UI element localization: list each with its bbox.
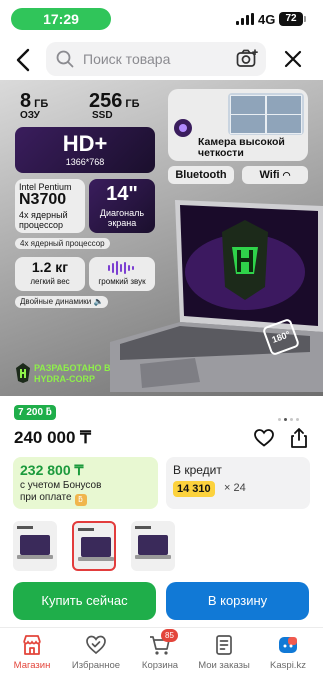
- brand-line-1: РАЗРАБОТАНО В: [34, 363, 111, 373]
- network-type: 4G: [258, 12, 276, 27]
- videocall-picture: [228, 93, 304, 135]
- tab-shop[interactable]: Магазин: [0, 634, 64, 671]
- cpu-desc: 4х ядерный процессор: [19, 210, 68, 230]
- bonus-note-line-2: при оплате: [20, 492, 72, 503]
- diagonal-value: 14": [106, 183, 138, 205]
- cpu-model: N3700: [19, 191, 67, 208]
- bonus-price-card[interactable]: 232 800 ₸ с учетом Бонусов при оплате ƃ: [13, 457, 158, 509]
- tab-orders[interactable]: Мои заказы: [192, 634, 256, 671]
- brand-line-2: HYDRA-CORP: [34, 374, 96, 384]
- credit-amount: 14 310: [173, 481, 215, 497]
- camera-spec: Камера высокой четкости: [168, 89, 308, 161]
- search-input[interactable]: Поиск товара: [46, 42, 266, 76]
- bonus-note-line-1: с учетом Бонусов: [20, 480, 102, 491]
- tab-label: Магазин: [13, 660, 51, 671]
- bonus-badge: 7 200 ƃ: [14, 405, 56, 420]
- weight-spec: 1.2 кг легкий вес: [15, 257, 85, 291]
- tab-kaspi[interactable]: Kaspi.kz: [256, 634, 320, 671]
- cart-icon: 85: [149, 629, 178, 656]
- cpu-spec: Intel Pentium N3700 4х ядерный процессор: [15, 179, 85, 233]
- bluetooth-chip: Bluetooth: [168, 166, 234, 184]
- tab-favorites[interactable]: Избранное: [64, 634, 128, 671]
- search-icon: [56, 50, 74, 68]
- tab-label: Корзина: [141, 660, 179, 671]
- thumbnail[interactable]: [13, 521, 57, 571]
- tab-label: Избранное: [71, 660, 121, 671]
- shop-icon: [21, 634, 43, 656]
- battery-icon: 72: [279, 12, 306, 26]
- soundwave-icon: [108, 261, 134, 275]
- webcam-icon: [174, 119, 192, 137]
- kaspi-assistant-icon: [277, 634, 299, 656]
- speakers-label: Двойные динамики: [20, 297, 92, 306]
- tab-label: Мои заказы: [198, 660, 250, 671]
- product-price: 240 000 ₸: [14, 428, 91, 447]
- favorite-button[interactable]: [254, 429, 274, 452]
- speakers-chip: Двойные динамики 🔈: [15, 296, 109, 308]
- share-button[interactable]: [289, 428, 309, 453]
- diagonal-spec: 14" Диагональ экрана: [89, 179, 155, 233]
- close-icon: [284, 50, 302, 68]
- wifi-chip: Wifi ◠: [242, 166, 308, 184]
- carousel-dots: [278, 408, 302, 426]
- diagonal-label: Диагональ экрана: [99, 208, 145, 228]
- ssd-label: SSD: [92, 110, 113, 121]
- credit-card[interactable]: В кредит 14 310 × 24: [166, 457, 310, 509]
- heart-check-icon: [85, 634, 107, 656]
- chevron-left-icon: [16, 48, 30, 72]
- thumbnail[interactable]: [131, 521, 175, 571]
- bonus-coin-icon: ƃ: [74, 494, 87, 506]
- back-button[interactable]: [12, 46, 36, 74]
- ram-unit: ГБ: [34, 98, 49, 110]
- share-icon: [291, 428, 307, 448]
- heart-icon: [254, 429, 274, 447]
- brand-mark: РАЗРАБОТАНО В HYDRA-CORP: [16, 363, 110, 388]
- buy-now-button[interactable]: Купить сейчас: [13, 582, 156, 620]
- tab-bar: Магазин Избранное 85 Корзина Мои заказы …: [0, 627, 323, 699]
- ram-label: ОЗУ: [20, 110, 40, 121]
- search-placeholder: Поиск товара: [83, 51, 171, 67]
- bonus-note: с учетом Бонусов при оплате ƃ: [20, 480, 101, 506]
- tab-cart[interactable]: 85 Корзина: [128, 629, 192, 671]
- orders-icon: [213, 634, 235, 656]
- cores-chip: 4х ядерный процессор: [15, 238, 110, 249]
- status-bar: 17:29 4G 72: [0, 0, 323, 36]
- sound-label: громкий звук: [98, 277, 146, 286]
- search-header: Поиск товара: [0, 40, 323, 80]
- cart-count-badge: 85: [161, 629, 178, 642]
- speaker-icon: 🔈: [93, 297, 104, 306]
- weight-label: легкий вес: [30, 277, 70, 286]
- close-button[interactable]: [282, 48, 304, 70]
- camera-label: Камера высокой четкости: [198, 136, 285, 159]
- weight-value: 1.2 кг: [31, 259, 69, 275]
- status-time: 17:29: [11, 8, 111, 30]
- tab-label: Kaspi.kz: [270, 660, 306, 671]
- wifi-label: Wifi: [259, 169, 280, 181]
- signal-icon: [236, 13, 254, 25]
- bonus-price: 232 800 ₸: [20, 462, 84, 478]
- sound-spec: громкий звук: [89, 257, 155, 291]
- add-to-cart-button[interactable]: В корзину: [166, 582, 309, 620]
- hydra-logo-icon: [16, 363, 30, 383]
- credit-months: × 24: [224, 482, 246, 494]
- thumbnail-selected[interactable]: [72, 521, 116, 571]
- credit-title: В кредит: [173, 463, 222, 477]
- display-title: HD+: [62, 131, 108, 156]
- product-image[interactable]: 8 ГБ ОЗУ 256 ГБ SSD HD+ 1366*768 Intel Pen…: [0, 80, 323, 396]
- display-spec: HD+ 1366*768: [15, 127, 155, 173]
- display-resolution: 1366*768: [65, 157, 105, 167]
- camera-search-icon[interactable]: [236, 49, 258, 69]
- ssd-unit: ГБ: [125, 98, 140, 110]
- wifi-icon: ◠: [282, 170, 291, 180]
